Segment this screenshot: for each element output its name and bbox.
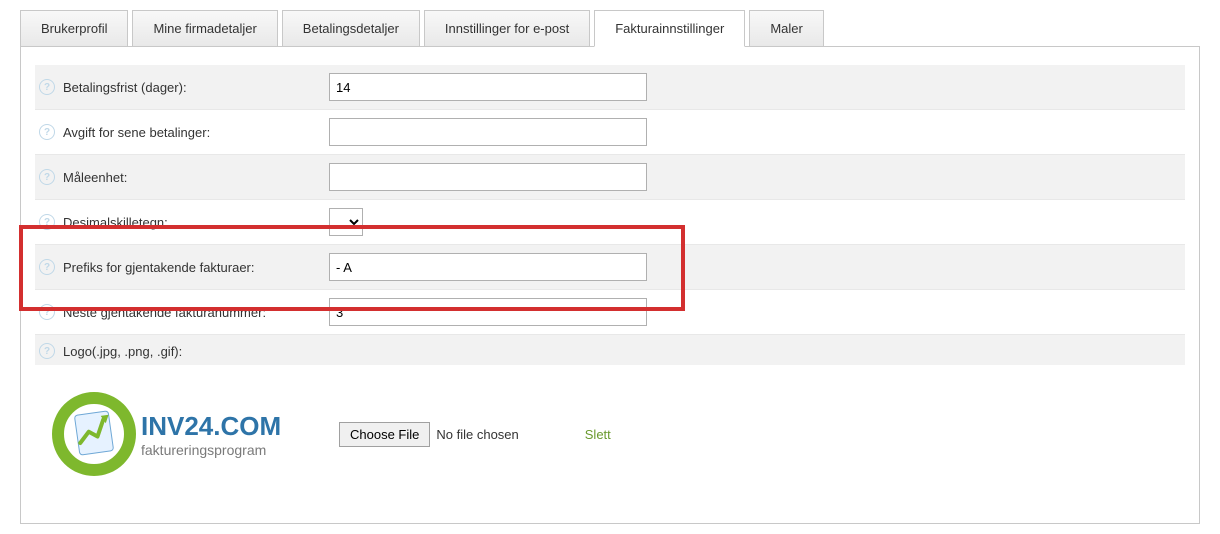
label-logo: Logo(.jpg, .png, .gif): bbox=[63, 344, 182, 359]
tab-company-details[interactable]: Mine firmadetaljer bbox=[132, 10, 277, 47]
row-logo-content: INV24.COM faktureringsprogram Choose Fil… bbox=[35, 365, 1185, 503]
choose-file-button[interactable]: Choose File bbox=[339, 422, 430, 447]
row-payment-deadline: ? Betalingsfrist (dager): bbox=[35, 65, 1185, 110]
label-decimal-separator: Desimalskilletegn: bbox=[63, 215, 168, 230]
row-unit: ? Måleenhet: bbox=[35, 155, 1185, 200]
file-chosen-text: No file chosen bbox=[436, 427, 518, 442]
tabs-bar: Brukerprofil Mine firmadetaljer Betaling… bbox=[20, 10, 1200, 47]
settings-panel: ? Betalingsfrist (dager): ? Avgift for s… bbox=[20, 46, 1200, 524]
label-late-fee: Avgift for sene betalinger: bbox=[63, 125, 210, 140]
logo-svg: INV24.COM faktureringsprogram bbox=[49, 389, 289, 479]
select-decimal-separator[interactable]: , bbox=[329, 208, 363, 236]
delete-logo-link[interactable]: Slett bbox=[585, 427, 611, 442]
row-recurring-prefix: ? Prefiks for gjentakende fakturaer: bbox=[35, 245, 1185, 290]
input-recurring-prefix[interactable] bbox=[329, 253, 647, 281]
logo-image: INV24.COM faktureringsprogram bbox=[39, 375, 299, 493]
help-icon[interactable]: ? bbox=[39, 343, 55, 359]
input-next-recurring-number[interactable] bbox=[329, 298, 647, 326]
help-icon[interactable]: ? bbox=[39, 79, 55, 95]
settings-container: Brukerprofil Mine firmadetaljer Betaling… bbox=[0, 0, 1220, 534]
tab-invoice-settings[interactable]: Fakturainnstillinger bbox=[594, 10, 745, 47]
row-next-recurring-number: ? Neste gjentakende fakturanummer: bbox=[35, 290, 1185, 335]
input-late-fee[interactable] bbox=[329, 118, 647, 146]
label-payment-deadline: Betalingsfrist (dager): bbox=[63, 80, 187, 95]
tab-email-settings[interactable]: Innstillinger for e-post bbox=[424, 10, 590, 47]
row-late-fee: ? Avgift for sene betalinger: bbox=[35, 110, 1185, 155]
input-unit[interactable] bbox=[329, 163, 647, 191]
input-payment-deadline[interactable] bbox=[329, 73, 647, 101]
tab-user-profile[interactable]: Brukerprofil bbox=[20, 10, 128, 47]
help-icon[interactable]: ? bbox=[39, 304, 55, 320]
label-recurring-prefix: Prefiks for gjentakende fakturaer: bbox=[63, 260, 255, 275]
row-decimal-separator: ? Desimalskilletegn: , bbox=[35, 200, 1185, 245]
file-upload-control: Choose File No file chosen Slett bbox=[339, 422, 611, 447]
help-icon[interactable]: ? bbox=[39, 124, 55, 140]
label-next-recurring-number: Neste gjentakende fakturanummer: bbox=[63, 305, 266, 320]
label-unit: Måleenhet: bbox=[63, 170, 127, 185]
help-icon[interactable]: ? bbox=[39, 259, 55, 275]
logo-brand-text: INV24.COM bbox=[141, 411, 281, 441]
help-icon[interactable]: ? bbox=[39, 214, 55, 230]
help-icon[interactable]: ? bbox=[39, 169, 55, 185]
row-logo-label: ? Logo(.jpg, .png, .gif): bbox=[35, 335, 1185, 365]
logo-subtitle: faktureringsprogram bbox=[141, 442, 266, 458]
form-area: ? Betalingsfrist (dager): ? Avgift for s… bbox=[21, 47, 1199, 523]
tab-templates[interactable]: Maler bbox=[749, 10, 824, 47]
tab-payment-details[interactable]: Betalingsdetaljer bbox=[282, 10, 420, 47]
